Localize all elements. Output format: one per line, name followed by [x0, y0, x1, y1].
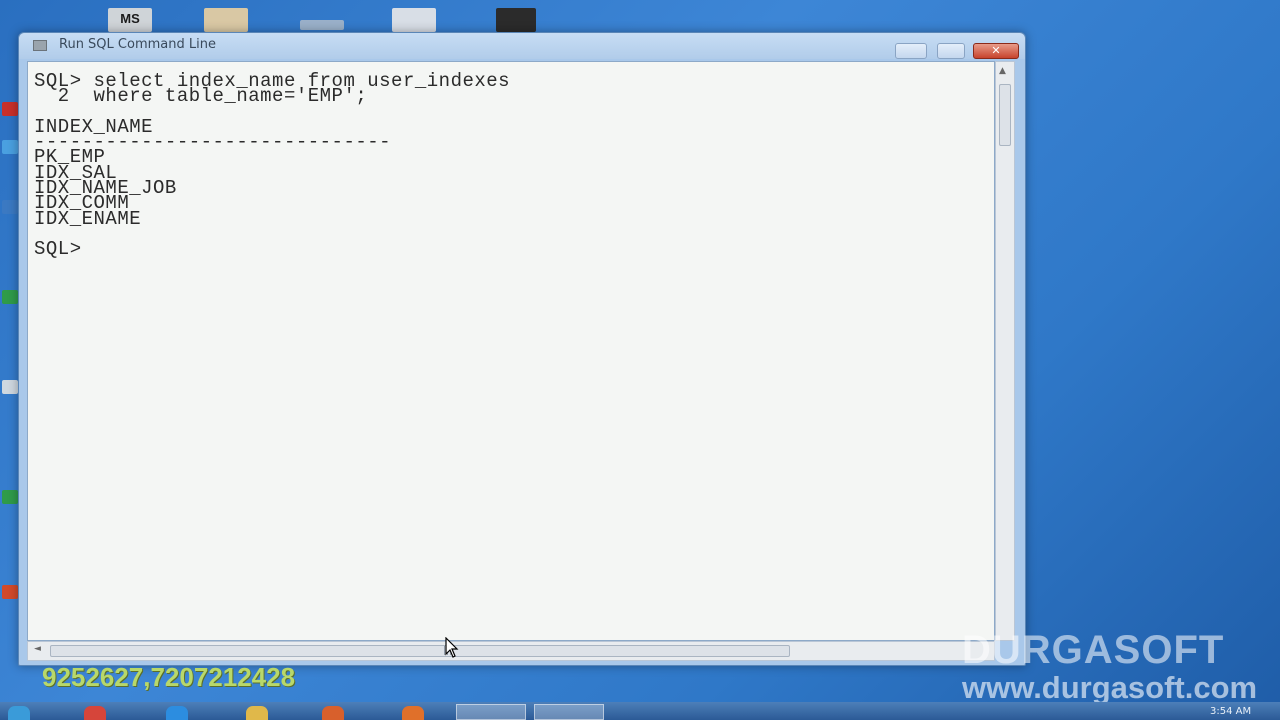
- firefox-icon[interactable]: [402, 706, 424, 720]
- desktop-icons-top: MS: [0, 0, 1280, 34]
- app-icon[interactable]: [2, 290, 18, 304]
- window-title: Run SQL Command Line: [59, 37, 216, 52]
- taskbar: 3:54 AM: [0, 702, 1280, 720]
- brand-logo: DURGASOFT: [962, 628, 1225, 672]
- maximize-button[interactable]: [937, 43, 965, 59]
- file-explorer-icon[interactable]: [246, 706, 268, 720]
- internet-explorer-icon[interactable]: [166, 706, 188, 720]
- scroll-left-icon[interactable]: ◄: [34, 644, 41, 654]
- console-line: ------------------------------: [34, 131, 392, 154]
- terminal-icon[interactable]: [496, 8, 536, 32]
- console-app-icon: [33, 40, 47, 51]
- folder-icon[interactable]: [204, 8, 248, 32]
- vertical-scrollbar[interactable]: ▲: [995, 61, 1015, 641]
- app-icon[interactable]: [2, 380, 18, 394]
- console-lines: SQL> select index_name from user_indexes…: [34, 71, 510, 261]
- sql-command-line-window[interactable]: Run SQL Command Line ✕ SQL> select index…: [18, 32, 1026, 666]
- document-icon[interactable]: [392, 8, 436, 32]
- app-icon[interactable]: [2, 585, 18, 599]
- scroll-up-icon[interactable]: ▲: [999, 66, 1006, 76]
- website-url: www.durgasoft.com: [962, 670, 1258, 705]
- app-icon[interactable]: [2, 102, 18, 116]
- ms-icon-label: MS: [120, 11, 140, 26]
- app-icon[interactable]: [2, 200, 18, 214]
- horizontal-scrollbar[interactable]: ◄ |||: [27, 641, 995, 661]
- console-output[interactable]: SQL> select index_name from user_indexes…: [27, 61, 995, 641]
- app-icon[interactable]: [2, 490, 18, 504]
- close-button[interactable]: ✕: [973, 43, 1019, 59]
- shortcut-icon[interactable]: [300, 20, 344, 30]
- horizontal-scroll-thumb[interactable]: |||: [50, 645, 790, 657]
- console-line: IDX_ENAME: [34, 207, 142, 230]
- phone-numbers: 9252627,7207212428: [42, 662, 296, 692]
- start-button-icon[interactable]: [8, 706, 30, 720]
- taskbar-sql-window[interactable]: [456, 704, 526, 720]
- close-icon: ✕: [991, 44, 1001, 57]
- app-icon[interactable]: [2, 140, 18, 154]
- media-player-icon[interactable]: [322, 706, 344, 720]
- vertical-scroll-thumb[interactable]: [999, 84, 1011, 146]
- title-bar[interactable]: Run SQL Command Line ✕: [19, 33, 1025, 59]
- system-clock: 3:54 AM: [1210, 706, 1252, 717]
- ms-app-icon[interactable]: MS: [108, 8, 152, 32]
- taskbar-explorer-window[interactable]: [534, 704, 604, 720]
- chrome-icon[interactable]: [84, 706, 106, 720]
- minimize-button[interactable]: [895, 43, 927, 59]
- mouse-pointer-icon: [445, 637, 459, 658]
- console-prompt: SQL>: [34, 238, 82, 261]
